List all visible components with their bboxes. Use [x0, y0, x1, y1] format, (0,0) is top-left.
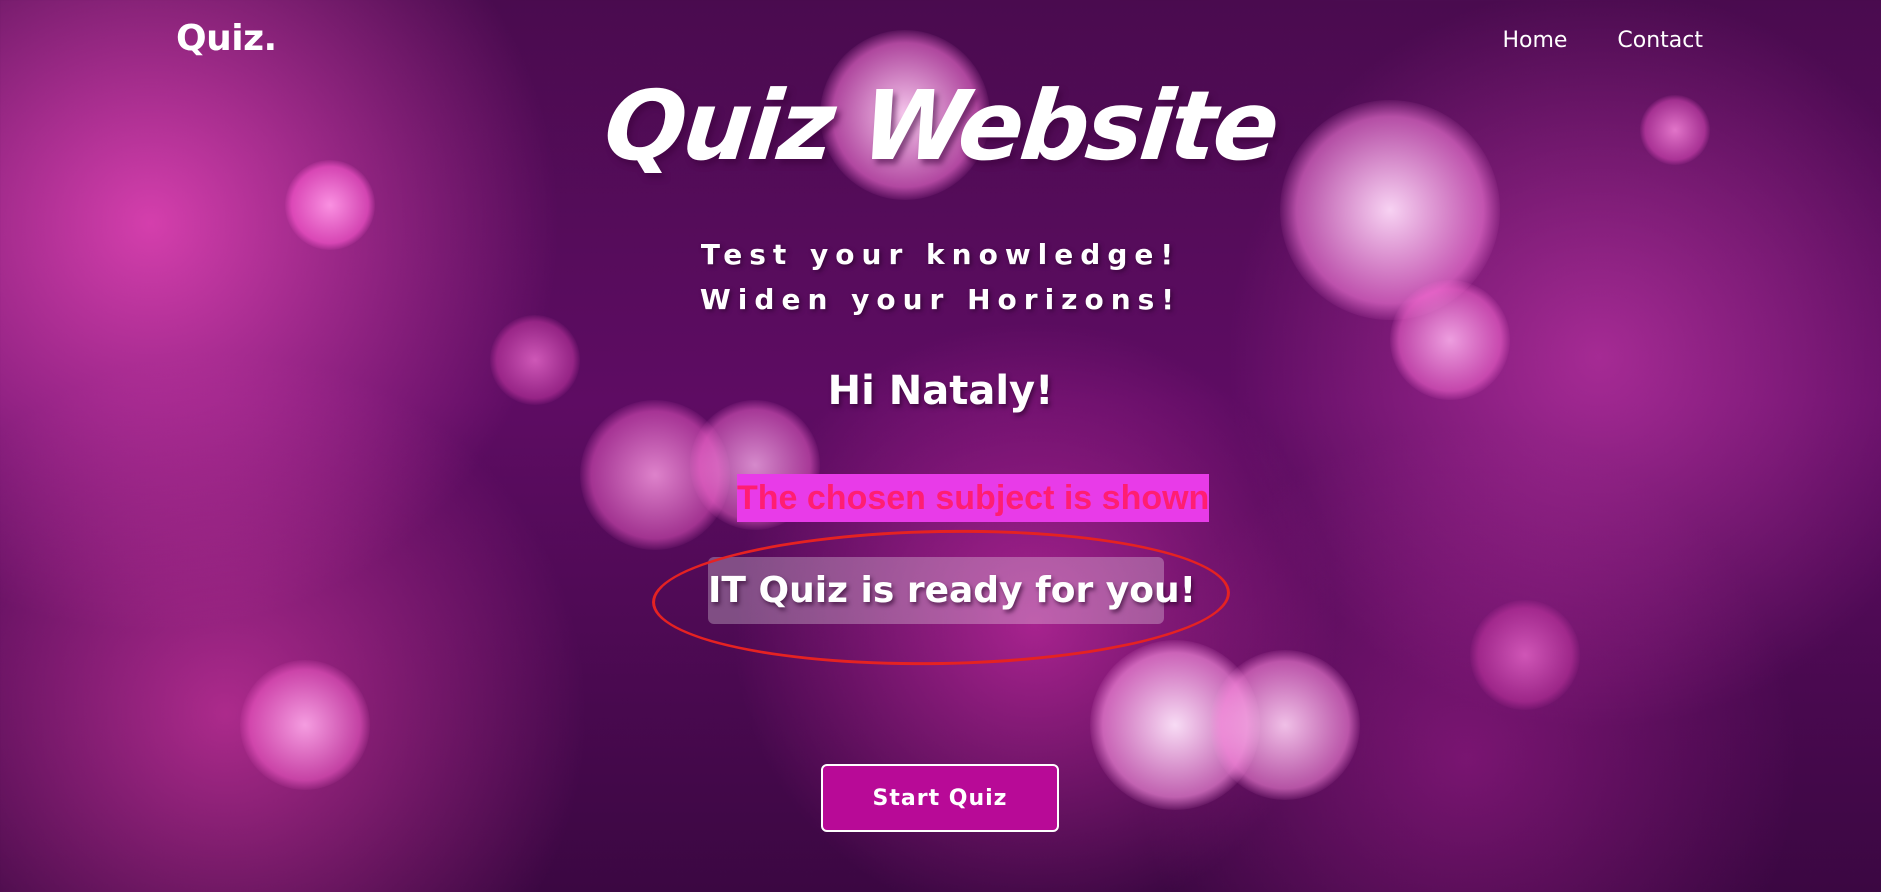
background-bokeh	[1470, 600, 1580, 710]
annotation-highlight-ellipse	[650, 524, 1232, 671]
nav-links: Home Contact	[1502, 28, 1703, 53]
start-quiz-button[interactable]: Start Quiz	[821, 764, 1059, 832]
user-greeting: Hi Nataly!	[827, 368, 1054, 414]
tagline-line-1: Test your knowledge!	[700, 238, 1181, 271]
site-logo[interactable]: Quiz.	[176, 18, 277, 59]
nav-link-contact[interactable]: Contact	[1617, 28, 1703, 53]
hero-title: Quiz Website	[599, 70, 1282, 182]
background-bokeh	[580, 400, 730, 550]
background-bokeh	[240, 660, 370, 790]
background-bokeh	[1090, 640, 1260, 810]
tagline-line-2: Widen your Horizons!	[699, 283, 1182, 316]
nav-link-home[interactable]: Home	[1502, 28, 1567, 53]
background-bokeh	[1210, 650, 1360, 800]
annotation-callout: The chosen subject is shown	[737, 474, 1209, 522]
